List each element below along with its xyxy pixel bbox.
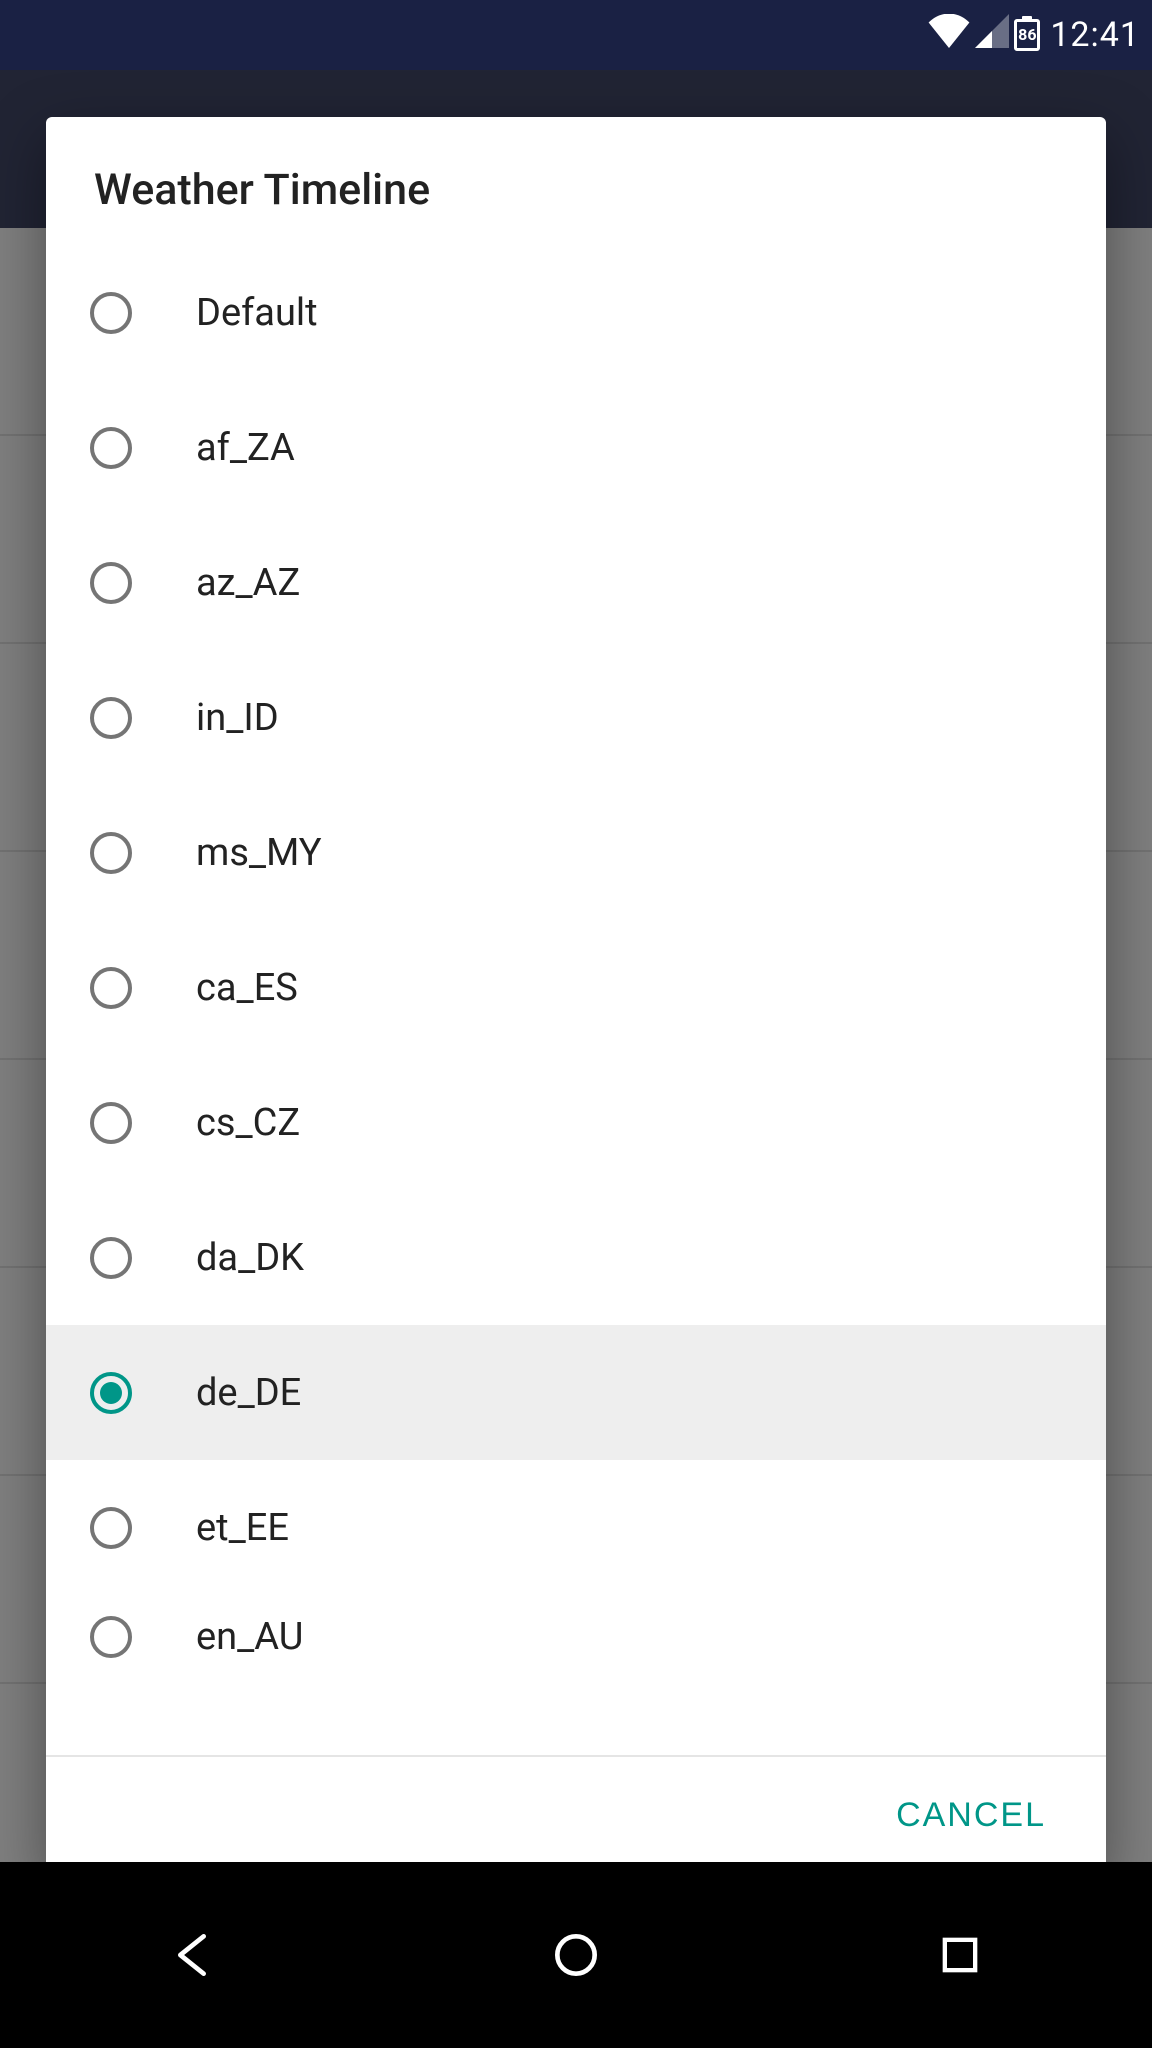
radio-option-label: cs_CZ <box>196 1101 300 1145</box>
radio-option-label: en_AU <box>196 1615 303 1659</box>
radio-option-az-az[interactable]: az_AZ <box>46 515 1106 650</box>
status-bar: 86 12:41 <box>0 0 1152 70</box>
radio-icon <box>90 1237 132 1279</box>
status-icons: 86 12:41 <box>928 14 1140 57</box>
home-button[interactable] <box>546 1925 606 1985</box>
android-nav-bar <box>0 1862 1152 2048</box>
radio-option-ca-es[interactable]: ca_ES <box>46 920 1106 1055</box>
radio-option-label: af_ZA <box>196 426 295 470</box>
cancel-button[interactable]: CANCEL <box>868 1776 1074 1855</box>
radio-icon <box>90 1372 132 1414</box>
radio-icon <box>90 1616 132 1658</box>
radio-option-label: de_DE <box>196 1371 301 1415</box>
radio-option-ms-my[interactable]: ms_MY <box>46 785 1106 920</box>
radio-option-en-au[interactable]: en_AU <box>46 1595 1106 1679</box>
radio-option-label: ms_MY <box>196 831 322 875</box>
radio-option-label: in_ID <box>196 696 279 740</box>
screen: 86 12:41 Weather Timeline Default af_ZA <box>0 0 1152 2048</box>
radio-icon <box>90 1507 132 1549</box>
radio-option-da-dk[interactable]: da_DK <box>46 1190 1106 1325</box>
radio-option-label: Default <box>196 291 318 335</box>
battery-level-text: 86 <box>1014 19 1040 51</box>
radio-option-cs-cz[interactable]: cs_CZ <box>46 1055 1106 1190</box>
cell-signal-icon <box>974 14 1010 57</box>
clock-time: 12:41 <box>1050 15 1140 55</box>
radio-icon <box>90 697 132 739</box>
language-dialog: Weather Timeline Default af_ZA az_AZ in_… <box>46 117 1106 1873</box>
radio-option-de-de[interactable]: de_DE <box>46 1325 1106 1460</box>
radio-option-label: da_DK <box>196 1236 304 1280</box>
dialog-actions: CANCEL <box>46 1757 1106 1873</box>
dialog-title: Weather Timeline <box>46 117 1106 245</box>
radio-icon <box>90 427 132 469</box>
radio-icon <box>90 967 132 1009</box>
radio-icon <box>90 1102 132 1144</box>
radio-icon <box>90 832 132 874</box>
radio-option-et-ee[interactable]: et_EE <box>46 1460 1106 1595</box>
radio-option-af-za[interactable]: af_ZA <box>46 380 1106 515</box>
radio-option-label: ca_ES <box>196 966 298 1010</box>
radio-option-label: et_EE <box>196 1506 289 1550</box>
back-button[interactable] <box>162 1925 222 1985</box>
dialog-options-list[interactable]: Default af_ZA az_AZ in_ID ms_MY ca_ES <box>46 245 1106 1757</box>
radio-option-label: az_AZ <box>196 561 300 605</box>
recents-button[interactable] <box>930 1925 990 1985</box>
radio-icon <box>90 292 132 334</box>
wifi-icon <box>928 14 970 57</box>
radio-icon <box>90 562 132 604</box>
radio-option-in-id[interactable]: in_ID <box>46 650 1106 785</box>
radio-option-default[interactable]: Default <box>46 245 1106 380</box>
battery-icon: 86 <box>1014 19 1040 51</box>
